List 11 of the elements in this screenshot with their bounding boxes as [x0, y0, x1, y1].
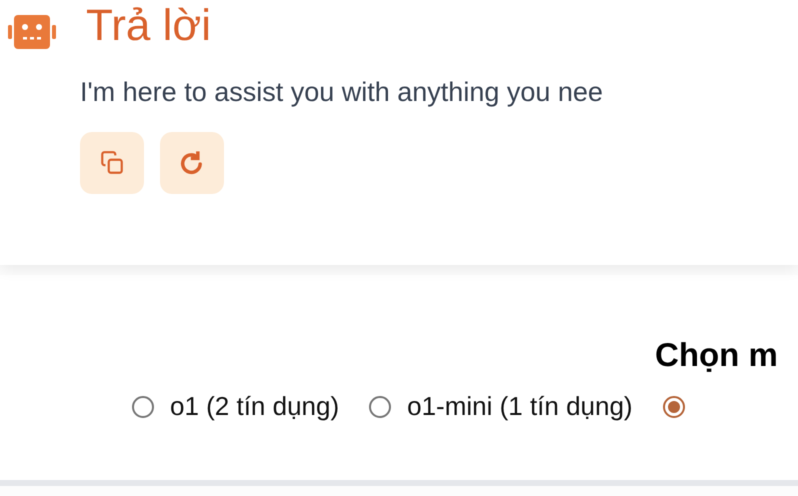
- regenerate-button[interactable]: [160, 132, 224, 194]
- model-picker-title: Chọn m: [654, 335, 779, 375]
- radio-button[interactable]: [662, 396, 685, 418]
- answer-title: Trả lời: [86, 0, 211, 52]
- radio-button[interactable]: [369, 396, 392, 418]
- answer-text: I'm here to assist you with anything you nee: [79, 76, 604, 109]
- copy-icon: [99, 150, 125, 176]
- copy-button[interactable]: [80, 132, 144, 194]
- radio-button[interactable]: [132, 396, 154, 418]
- model-option[interactable]: o1 (2 tín dụng): [132, 391, 340, 422]
- model-option[interactable]: o1-mini (1 tín dụng): [369, 391, 633, 422]
